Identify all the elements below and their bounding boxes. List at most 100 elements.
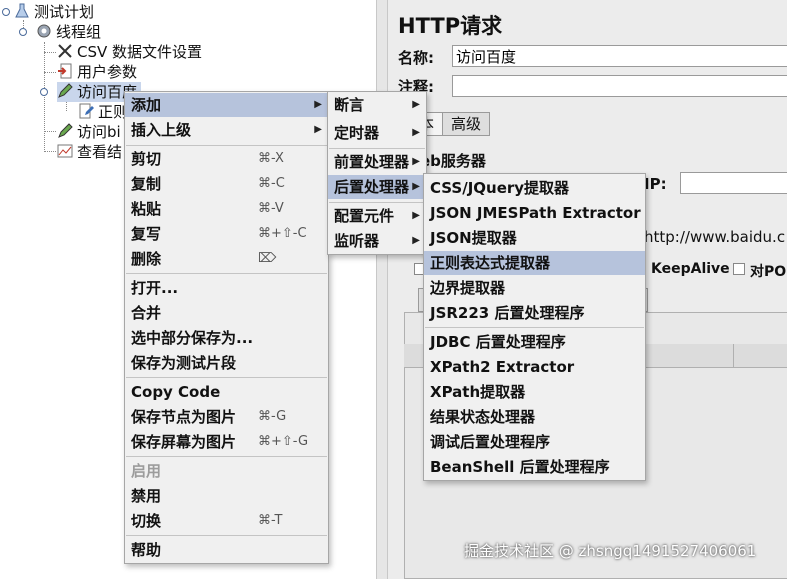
document-pen-icon [78,103,94,119]
submenu-arrow-icon: ▶ [314,124,322,135]
menu-item-listener[interactable]: 监听器 ▶ [328,229,426,253]
menu-separator [425,327,644,328]
submenu-arrow-icon: ▶ [412,127,420,138]
menu-separator [126,377,327,378]
web-server-section-label: eb服务器 [420,152,486,170]
tree-node-label: 测试计划 [34,3,95,21]
menu-item-label: 启用 [131,462,162,480]
menu-separator [126,273,327,274]
menu-separator [329,148,425,149]
tree-node-label: 访问bi [77,123,121,141]
menu-item-label: 复制 [131,175,162,193]
post-checkbox[interactable] [733,263,745,275]
menu-separator [126,145,327,146]
post-label: 对POS [750,264,787,280]
menu-item-open[interactable]: 打开... [125,276,328,300]
menu-item-help[interactable]: 帮助 [125,538,328,562]
submenu-arrow-icon: ▶ [412,99,420,110]
menu-item-insert-parent[interactable]: 插入上级 ▶ [125,118,328,142]
tree-toggle[interactable] [2,8,10,16]
tree-connector [44,131,56,132]
menu-item-label: 禁用 [131,487,162,505]
submenu-arrow-icon: ▶ [412,156,420,167]
menu-item-label: 正则表达式提取器 [430,254,551,272]
menu-shortcut: ⌘-G [258,409,287,424]
tree-node-view-results[interactable]: 查看结 [57,142,122,162]
menu-separator [126,456,327,457]
menu-item-jdbc-postprocessor[interactable]: JDBC 后置处理程序 [424,330,645,354]
post-processor-submenu[interactable]: CSS/JQuery提取器 JSON JMESPath Extractor JS… [423,173,646,481]
menu-item-label: 调试后置处理程序 [430,433,551,451]
tree-connector [44,151,56,152]
menu-shortcut: ⌘-T [258,513,283,528]
tree-node-regex-extractor[interactable]: 正则 [78,102,128,122]
submenu-arrow-icon: ▶ [412,210,420,221]
menu-item-result-status-handler[interactable]: 结果状态处理器 [424,405,645,429]
tab-advanced-label: 高级 [451,115,482,133]
menu-item-assertion[interactable]: 断言 ▶ [328,93,426,117]
split-pane-divider[interactable] [376,0,388,579]
menu-item-add[interactable]: 添加 ▶ [125,93,328,117]
menu-item-timer[interactable]: 定时器 ▶ [328,121,426,145]
menu-item-debug-postprocessor[interactable]: 调试后置处理程序 [424,430,645,454]
menu-item-save-as-fragment[interactable]: 保存为测试片段 [125,351,328,375]
menu-item-save-node-image[interactable]: 保存节点为图片 ⌘-G [125,405,328,429]
menu-item-pre-processor[interactable]: 前置处理器 ▶ [328,150,426,174]
menu-item-label: 打开... [131,279,179,297]
menu-item-css-jquery-extractor[interactable]: CSS/JQuery提取器 [424,176,645,200]
tree-toggle[interactable] [19,28,27,36]
menu-item-label: Copy Code [131,383,221,401]
menu-item-config-element[interactable]: 配置元件 ▶ [328,204,426,228]
name-input[interactable] [452,45,787,67]
menu-item-label: CSS/JQuery提取器 [430,179,570,197]
delete-key-icon: ⌦ [258,251,277,266]
tree-node-thread-group[interactable]: 线程组 [36,22,101,42]
menu-item-toggle[interactable]: 切换 ⌘-T [125,509,328,533]
menu-item-disable[interactable]: 禁用 [125,484,328,508]
add-submenu[interactable]: 断言 ▶ 定时器 ▶ 前置处理器 ▶ 后置处理器 ▶ 配置元件 ▶ 监听器 ▶ [327,91,427,255]
menu-item-label: JDBC 后置处理程序 [430,333,566,351]
menu-shortcut: ⌘+⇧-G [258,434,309,449]
gear-icon [36,23,52,39]
tab-advanced[interactable]: 高级 [442,112,491,136]
menu-item-jsr223-postprocessor[interactable]: JSR223 后置处理程序 [424,301,645,325]
menu-item-json-extractor[interactable]: JSON提取器 [424,226,645,250]
menu-item-save-screen-image[interactable]: 保存屏幕为图片 ⌘+⇧-G [125,430,328,454]
menu-shortcut: ⌘-V [258,201,284,216]
tree-node-visit-bi[interactable]: 访问bi [57,122,121,142]
menu-item-regex-extractor[interactable]: 正则表达式提取器 [424,251,645,275]
menu-item-merge[interactable]: 合并 [125,301,328,325]
menu-item-duplicate[interactable]: 复写 ⌘+⇧-C [125,222,328,246]
menu-item-boundary-extractor[interactable]: 边界提取器 [424,276,645,300]
server-ip-input[interactable] [680,172,787,194]
menu-item-xpath-extractor[interactable]: XPath提取器 [424,380,645,404]
menu-item-save-selection-as[interactable]: 选中部分保存为... [125,326,328,350]
menu-item-copy-code[interactable]: Copy Code [125,380,328,404]
submenu-arrow-icon: ▶ [412,181,420,192]
chart-icon [57,143,73,159]
menu-separator [329,202,425,203]
tree-connector [44,72,56,73]
menu-item-copy[interactable]: 复制 ⌘-C [125,172,328,196]
tree-node-user-params[interactable]: 用户参数 [57,62,137,82]
menu-item-paste[interactable]: 粘贴 ⌘-V [125,197,328,221]
pen-icon [57,123,73,139]
menu-item-label: XPath2 Extractor [430,358,575,376]
keepalive-label: KeepAlive [651,261,730,277]
menu-item-json-jmespath-extractor[interactable]: JSON JMESPath Extractor [424,201,645,225]
context-menu[interactable]: 添加 ▶ 插入上级 ▶ 剪切 ⌘-X 复制 ⌘-C 粘贴 ⌘-V 复写 ⌘+⇧-C 删除 ⌦ … [124,91,329,564]
menu-item-beanshell-postprocessor[interactable]: BeanShell 后置处理程序 [424,455,645,479]
menu-item-label: 边界提取器 [430,279,506,297]
comment-input[interactable] [452,75,787,97]
menu-item-xpath2-extractor[interactable]: XPath2 Extractor [424,355,645,379]
scissors-icon [57,43,73,59]
menu-item-post-processor[interactable]: 后置处理器 ▶ [328,175,426,199]
menu-item-label: 保存为测试片段 [131,354,237,372]
tree-node-csv-config[interactable]: CSV 数据文件设置 [57,42,202,62]
tree-toggle[interactable] [40,88,48,96]
url-field[interactable]: http://www.baidu.c [644,228,785,246]
menu-item-cut[interactable]: 剪切 ⌘-X [125,147,328,171]
menu-item-delete[interactable]: 删除 ⌦ [125,247,328,271]
tree-node-test-plan[interactable]: 测试计划 [14,2,94,22]
tree-node-label: 线程组 [56,23,102,41]
